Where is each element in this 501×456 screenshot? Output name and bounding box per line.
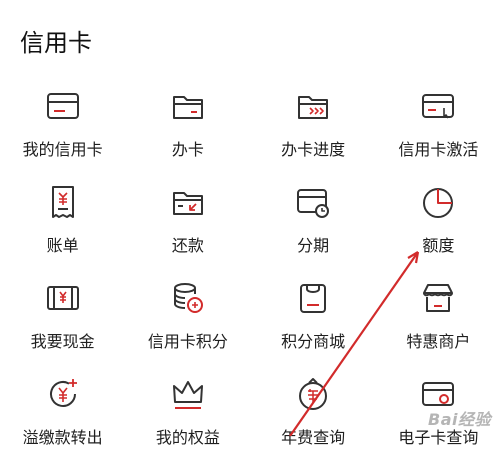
credit-card-icon [43, 86, 83, 126]
menu-item-label: 积分商城 [281, 332, 346, 351]
menu-item-repay[interactable]: 还款 [125, 168, 250, 264]
bill-icon [43, 182, 83, 222]
menu-item-card-activate[interactable]: 信用卡激活 [376, 72, 501, 168]
coins-icon [168, 278, 208, 318]
menu-item-featured-merchants[interactable]: 特惠商户 [376, 264, 501, 360]
menu-item-label: 溢缴款转出 [22, 428, 103, 447]
section-title: 信用卡 [20, 29, 92, 57]
menu-item-card-points[interactable]: 信用卡积分 [125, 264, 250, 360]
menu-item-label: 我的权益 [155, 428, 220, 447]
menu-item-my-credit-card[interactable]: 我的信用卡 [0, 72, 125, 168]
menu-item-installment[interactable]: 分期 [251, 168, 376, 264]
menu-item-label: 信用卡激活 [398, 140, 479, 159]
menu-item-label: 还款 [171, 236, 204, 255]
crown-icon [168, 374, 208, 414]
menu-item-label: 年费查询 [281, 428, 346, 447]
repay-icon [168, 182, 208, 222]
menu-item-credit-limit[interactable]: 额度 [376, 168, 501, 264]
menu-item-apply-card[interactable]: 办卡 [125, 72, 250, 168]
menu-item-label: 办卡进度 [281, 140, 346, 159]
card-folder-icon [168, 86, 208, 126]
annual-fee-icon [293, 374, 333, 414]
menu-item-label: 我要现金 [30, 332, 95, 351]
menu-item-label: 信用卡积分 [147, 332, 228, 351]
menu-item-card-progress[interactable]: 办卡进度 [251, 72, 376, 168]
menu-item-bill[interactable]: 账单 [0, 168, 125, 264]
cash-icon [43, 278, 83, 318]
menu-item-label: 账单 [46, 236, 79, 255]
pie-chart-icon [418, 182, 458, 222]
menu-item-label: 额度 [422, 236, 455, 255]
credit-card-menu-grid: 我的信用卡 办卡 办卡进度 信用卡激活 账单 还款 分期 额度 我要现金 信用卡… [0, 72, 501, 456]
menu-item-label: 电子卡查询 [398, 428, 479, 447]
yen-transfer-icon [43, 374, 83, 414]
menu-item-overpayment-transfer[interactable]: 溢缴款转出 [0, 360, 125, 456]
shopping-bag-icon [293, 278, 333, 318]
menu-item-label: 特惠商户 [406, 332, 471, 351]
card-progress-icon [293, 86, 333, 126]
menu-item-label: 分期 [297, 236, 330, 255]
installment-icon [293, 182, 333, 222]
menu-item-label: 我的信用卡 [22, 140, 103, 159]
watermark-logo: Bai经验 [428, 410, 491, 429]
card-activate-icon [418, 86, 458, 126]
menu-item-get-cash[interactable]: 我要现金 [0, 264, 125, 360]
storefront-icon [418, 278, 458, 318]
menu-item-label: 办卡 [171, 140, 204, 159]
menu-item-points-mall[interactable]: 积分商城 [251, 264, 376, 360]
menu-item-annual-fee[interactable]: 年费查询 [251, 360, 376, 456]
menu-item-my-benefits[interactable]: 我的权益 [125, 360, 250, 456]
